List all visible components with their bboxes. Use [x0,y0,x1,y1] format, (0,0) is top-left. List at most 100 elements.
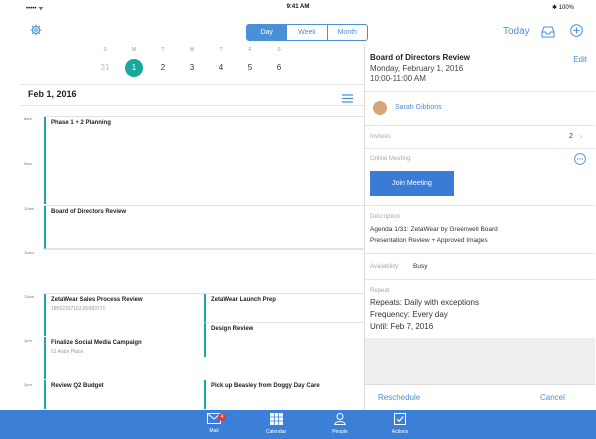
tab-bar: 4 Mail Calendar People Actions [0,410,596,439]
repeat-line: Repeats: Daily with exceptions [370,298,479,307]
divider [365,253,595,254]
event-block[interactable]: ZetaWear Sales Process Review 1855233715… [44,294,203,336]
join-meeting-button[interactable]: Join Meeting [370,171,454,196]
date-cell[interactable]: 4 [209,59,233,77]
people-icon [315,413,365,429]
status-bar: ••••• ᯤ 9:41 AM ✱ 100% [0,0,596,16]
tab-calendar[interactable]: Calendar [251,413,301,435]
tab-label: Calendar [265,429,287,435]
hour-label: 8am [24,116,32,121]
detail-time: 10:00-11:00 AM [370,74,426,83]
weekday-letter: T [161,47,165,53]
list-icon[interactable] [342,90,353,108]
invitees-count: 2 [569,133,573,140]
add-icon[interactable] [570,24,583,42]
invitees-label[interactable]: Invitees [370,134,391,140]
reschedule-button[interactable]: Reschedule [378,393,420,402]
description-label: Description [370,214,401,220]
date-cell[interactable]: 2 [151,59,175,77]
mail-icon [189,413,239,428]
week-strip: S M T W T F S 31 1 2 3 4 5 6 [20,44,364,84]
description-line: Presentation Review + Approved Images [370,237,488,244]
divider [365,125,595,126]
divider [365,279,595,280]
weekday-letter: F [248,47,252,53]
tab-label: Actions [391,429,409,435]
detail-title: Board of Directors Review [370,53,471,62]
hour-label: 12pm [24,294,35,299]
event-title: Pick up Beasley from Doggy Day Care [211,383,320,389]
online-meeting-label: Online Meeting [370,156,411,162]
availability-value: Busy [413,263,428,270]
event-title: Phase 1 + 2 Planning [51,120,111,126]
chevron-right-icon[interactable]: › [580,132,583,141]
date-cell[interactable]: 6 [267,59,291,77]
hour-label: 9am [24,161,32,166]
cancel-button[interactable]: Cancel [540,393,565,402]
more-icon[interactable] [574,152,586,170]
divider [365,148,595,149]
event-block[interactable]: Review Q2 Budget [44,380,203,409]
event-title: Design Review [211,326,254,332]
event-block[interactable]: Phase 1 + 2 Planning [44,117,364,204]
tab-mail[interactable]: 4 Mail [189,413,239,434]
hour-gridline [44,249,364,250]
hour-label: 11am [24,250,34,255]
tab-month[interactable]: Month [328,25,367,40]
event-title: Finalize Social Media Campaign [51,340,142,346]
hour-label: 1pm [24,338,32,343]
hour-label: 2pm [24,382,32,387]
date-header: Feb 1, 2016 [20,84,364,106]
battery-indicator: ✱ 100% [551,5,574,11]
organizer-name[interactable]: Sarah Gibbons [395,104,442,111]
date-cell[interactable]: 5 [238,59,262,77]
event-title: Review Q2 Budget [51,383,104,389]
event-block[interactable]: Finalize Social Media Campaign 51 Astor … [44,337,203,379]
today-button[interactable]: Today [503,26,530,37]
gear-icon[interactable] [30,24,42,39]
weekday-letter: S [103,47,107,53]
detail-footer: Reschedule Cancel [365,384,595,411]
description-line: Agenda 1/31: ZetaWear by Greenwell Board [370,226,498,233]
panel-spacer [365,338,595,384]
weekday-letter: W [189,47,195,53]
event-block[interactable]: ZetaWear Launch Prep [204,294,364,323]
event-detail-panel: Board of Directors Review Monday, Februa… [365,44,595,410]
tab-people[interactable]: People [315,413,365,435]
current-date: Feb 1, 2016 [28,89,77,99]
tab-week[interactable]: Week [287,25,328,40]
date-cell-selected[interactable]: 1 [125,59,143,77]
event-subtitle: 18552337153,80383771 [51,306,106,312]
avatar [373,101,387,115]
event-subtitle: 51 Astor Place [51,349,84,355]
event-title: ZetaWear Sales Process Review [51,297,143,303]
divider [365,205,595,206]
inbox-icon[interactable] [541,25,555,43]
tab-actions[interactable]: Actions [375,413,425,435]
weekday-letter: T [219,47,223,53]
event-block[interactable]: Design Review [204,323,364,357]
repeat-line: Until: Feb 7, 2016 [370,322,434,331]
edit-button[interactable]: Edit [573,55,587,64]
repeat-line: Frequency: Every day [370,310,448,319]
actions-icon [375,413,425,429]
event-title: Board of Directors Review [51,209,127,215]
weekday-letter: S [277,47,281,53]
repeat-label: Repeat [370,288,390,294]
date-cell[interactable]: 3 [180,59,204,77]
date-cell[interactable]: 31 [93,59,117,77]
weekday-letter: M [131,47,137,53]
event-block[interactable]: Pick up Beasley from Doggy Day Care [204,380,364,409]
divider [365,91,595,92]
tab-day[interactable]: Day [247,25,288,40]
hour-label: 10am [24,206,35,211]
availability-label: Availability: [370,264,400,270]
calendar-icon [251,413,301,429]
toolbar: Day Week Month Today [0,16,596,46]
tab-label: Mail [209,428,219,434]
mail-badge: 4 [218,413,226,421]
status-time: 9:41 AM [286,4,310,10]
detail-date: Monday, February 1, 2016 [370,64,464,73]
event-title: ZetaWear Launch Prep [211,297,276,303]
event-block[interactable]: Board of Directors Review [44,206,364,249]
